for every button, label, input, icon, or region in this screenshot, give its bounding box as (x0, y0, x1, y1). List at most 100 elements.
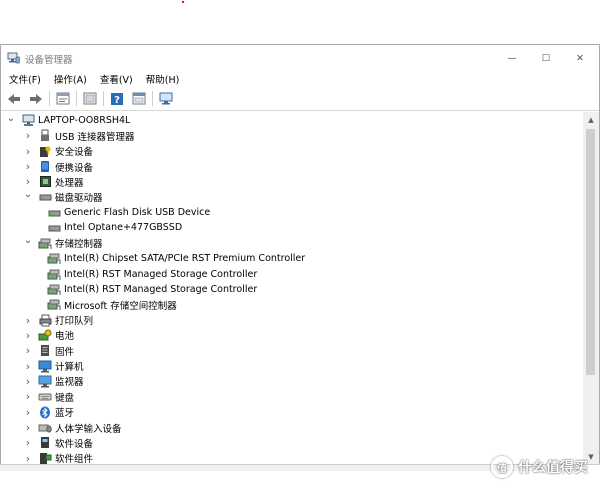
tree-node-label: 固件 (55, 346, 75, 358)
menu-view[interactable]: 查看(V) (100, 72, 133, 86)
tree-node-label: 打印队列 (55, 316, 94, 328)
collapsed-chevron-icon[interactable]: › (23, 328, 33, 343)
monitor-scan-icon[interactable] (157, 90, 175, 108)
tree-node[interactable]: › 固件 (23, 343, 74, 358)
computer-icon (21, 114, 35, 128)
device-item[interactable]: Intel(R) RST Managed Storage Controller (37, 267, 257, 282)
tree-node-label: Intel Optane+477GBSSD (64, 222, 183, 234)
keyboard-icon (38, 390, 52, 404)
disk-drive-icon (47, 206, 61, 220)
tree-node-label: 计算机 (55, 362, 84, 374)
tree-node-label: 软件设备 (55, 438, 94, 450)
help-icon[interactable]: ? (108, 90, 126, 108)
collapsed-chevron-icon[interactable]: › (23, 159, 33, 174)
tree-node-label: 处理器 (55, 177, 84, 189)
scroll-up-arrow-icon[interactable]: ▲ (583, 112, 599, 128)
minimize-button[interactable]: — (495, 45, 529, 71)
collapsed-chevron-icon[interactable]: › (23, 451, 33, 465)
watermark-badge: 值 (491, 456, 513, 478)
software-device-icon (38, 436, 52, 450)
vertical-scrollbar[interactable]: ▲ ▼ (583, 112, 599, 465)
tree-node[interactable]: › 打印队列 (23, 313, 93, 328)
collapsed-chevron-icon[interactable]: › (23, 405, 33, 420)
collapsed-chevron-icon[interactable]: › (23, 420, 33, 435)
device-item[interactable]: Microsoft 存储空间控制器 (37, 297, 177, 312)
bluetooth-icon (38, 405, 52, 419)
storage-controller-icon (38, 236, 52, 250)
tree-node[interactable]: › 键盘 (23, 389, 74, 404)
collapsed-chevron-icon[interactable]: › (23, 359, 33, 374)
storage-controller-icon (47, 298, 61, 312)
usb-icon (38, 129, 52, 143)
device-tree: ⌄ LAPTOP-OO8RSH4L › USB 连接器管理器 › 安全设备 › 便携设备 › 处理… (1, 112, 583, 466)
tree-node-label: Intel(R) Chipset SATA/PCIe RST Premium C… (64, 253, 306, 265)
show-hidden-icon[interactable] (130, 90, 148, 108)
title-bar[interactable]: 设备管理器 — ☐ ✕ (1, 45, 599, 71)
device-item[interactable]: Intel(R) Chipset SATA/PCIe RST Premium C… (37, 251, 305, 266)
device-item[interactable]: Generic Flash Disk USB Device (37, 205, 210, 220)
collapsed-chevron-icon[interactable]: › (23, 313, 33, 328)
tree-node[interactable]: › 便携设备 (23, 159, 93, 174)
tree-node[interactable]: ⌄ 磁盘驱动器 (23, 187, 103, 205)
software-component-icon (38, 451, 52, 465)
collapsed-chevron-icon[interactable]: › (23, 435, 33, 450)
tree-node-label: 监视器 (55, 377, 84, 389)
properties-sheet-icon[interactable] (81, 90, 99, 108)
tree-node[interactable]: › 蓝牙 (23, 405, 74, 420)
tree-node-label: Intel(R) RST Managed Storage Controller (64, 283, 258, 295)
toolbar: ? (1, 87, 599, 111)
tree-node[interactable]: › 电池 (23, 328, 74, 343)
back-arrow-icon[interactable] (5, 90, 23, 108)
tree-node[interactable]: › 人体学输入设备 (23, 420, 122, 435)
monitor-icon (38, 374, 52, 388)
disk-drive-icon (47, 221, 61, 235)
toolbar-separator (49, 91, 50, 106)
battery-icon (38, 328, 52, 342)
collapsed-chevron-icon[interactable]: › (23, 343, 33, 358)
device-item[interactable]: Intel Optane+477GBSSD (37, 220, 182, 235)
properties-icon[interactable] (54, 90, 72, 108)
collapsed-chevron-icon[interactable]: › (23, 144, 33, 159)
tree-node[interactable]: › 计算机 (23, 359, 84, 374)
tree-node-label: USB 连接器管理器 (55, 131, 135, 143)
collapsed-chevron-icon[interactable]: › (23, 128, 33, 143)
tree-node-label: 人体学输入设备 (55, 423, 122, 435)
scroll-thumb[interactable] (586, 129, 595, 375)
storage-controller-icon (47, 252, 61, 266)
hid-icon (38, 421, 52, 435)
expanded-chevron-icon[interactable]: ⌄ (6, 112, 16, 126)
expanded-chevron-icon[interactable]: ⌄ (23, 187, 33, 202)
tree-node[interactable]: › 软件组件 (23, 451, 93, 465)
tree-node-label: Generic Flash Disk USB Device (64, 207, 211, 219)
computer-monitor-icon (38, 359, 52, 373)
device-item[interactable]: Intel(R) RST Managed Storage Controller (37, 282, 257, 297)
menu-action[interactable]: 操作(A) (54, 72, 87, 86)
menu-file[interactable]: 文件(F) (9, 72, 41, 86)
security-device-icon (38, 144, 52, 158)
storage-controller-icon (47, 267, 61, 281)
expanded-chevron-icon[interactable]: ⌄ (23, 233, 33, 248)
forward-arrow-icon[interactable] (27, 90, 45, 108)
tree-node[interactable]: › USB 连接器管理器 (23, 128, 135, 143)
tree-node-label: 蓝牙 (55, 408, 75, 420)
watermark-text: 什么值得买 (518, 460, 588, 476)
tree-node[interactable]: › 软件设备 (23, 435, 93, 450)
tree-node-label: 软件组件 (55, 454, 94, 465)
collapsed-chevron-icon[interactable]: › (23, 389, 33, 404)
watermark: 值 什么值得买 (491, 456, 588, 478)
maximize-button[interactable]: ☐ (529, 45, 563, 71)
tree-node-label: 键盘 (55, 392, 75, 404)
tree-node[interactable]: ⌄ 存储控制器 (23, 233, 103, 251)
menu-help[interactable]: 帮助(H) (146, 72, 180, 86)
tree-node[interactable]: › 安全设备 (23, 144, 93, 159)
toolbar-separator (152, 91, 153, 106)
tree-node[interactable]: ⌄ LAPTOP-OO8RSH4L (6, 113, 130, 128)
disk-drive-icon (38, 190, 52, 204)
tree-node-label: 存储控制器 (55, 239, 103, 251)
collapsed-chevron-icon[interactable]: › (23, 374, 33, 389)
tree-node-label: 安全设备 (55, 147, 94, 159)
processor-icon (38, 175, 52, 189)
window-title: 设备管理器 (25, 55, 73, 66)
tree-node[interactable]: › 监视器 (23, 374, 84, 389)
close-button[interactable]: ✕ (563, 45, 597, 71)
